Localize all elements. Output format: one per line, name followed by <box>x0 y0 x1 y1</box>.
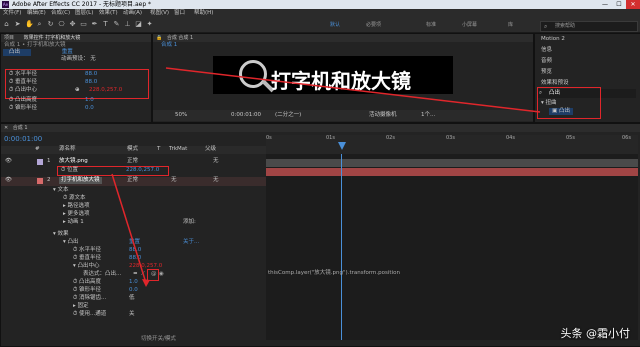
annotation-arrows <box>111 67 541 287</box>
arrow-head-1 <box>142 279 150 287</box>
watermark-text: 头条 @霜小付 <box>560 327 631 340</box>
arrow-position-to-pickwhip <box>111 173 147 284</box>
arrow-effect-to-canvas <box>165 67 541 113</box>
